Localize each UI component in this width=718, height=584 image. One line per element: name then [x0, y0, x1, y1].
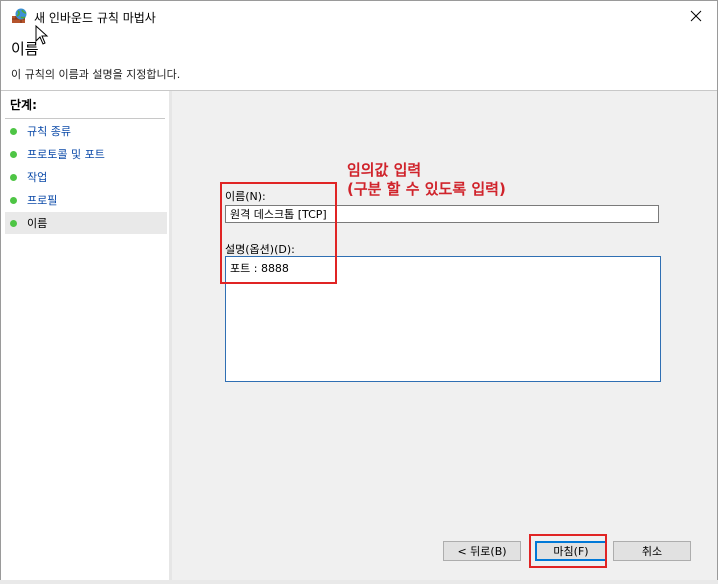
name-input[interactable] [225, 205, 659, 223]
page-header: 이름 이 규칙의 이름과 설명을 지정합니다. [1, 31, 717, 90]
step-bullet-icon [10, 196, 17, 204]
annotation-line-2: (구분 할 수 있도록 입력) [347, 180, 506, 198]
step-name[interactable]: 이름 [5, 212, 167, 234]
steps-divider [5, 118, 165, 119]
step-bullet-icon [10, 150, 17, 158]
finish-button[interactable]: 마침(F) [535, 541, 607, 561]
wizard-window: 새 인바운드 규칙 마법사 이름 이 규칙의 이름과 설명을 지정합니다. 단계… [0, 0, 718, 584]
close-icon [690, 10, 702, 22]
step-protocol-port[interactable]: 프로토콜 및 포트 [5, 143, 167, 165]
name-label: 이름(N): [225, 190, 266, 203]
annotation-line-1: 임의값 입력 [347, 161, 422, 179]
step-action[interactable]: 작업 [5, 166, 167, 188]
close-button[interactable] [685, 5, 707, 27]
step-label: 프로토콜 및 포트 [27, 148, 105, 161]
steps-heading: 단계: [10, 98, 37, 112]
annotation-text: 임의값 입력 (구분 할 수 있도록 입력) [347, 161, 506, 199]
title-bar[interactable]: 새 인바운드 규칙 마법사 [1, 1, 717, 31]
background-window-strip [0, 580, 718, 584]
step-bullet-icon [10, 173, 17, 181]
back-button[interactable]: < 뒤로(B) [443, 541, 521, 561]
step-profile[interactable]: 프로필 [5, 189, 167, 211]
step-rule-type[interactable]: 규칙 종류 [5, 120, 167, 142]
firewall-globe-icon [12, 8, 27, 23]
step-label: 이름 [27, 217, 48, 230]
description-label: 설명(옵션)(D): [225, 243, 295, 256]
step-bullet-icon [10, 127, 17, 135]
step-bullet-icon [10, 219, 17, 227]
cancel-button[interactable]: 취소 [613, 541, 691, 561]
step-label: 규칙 종류 [27, 125, 71, 138]
description-textarea[interactable]: 포트 : 8888 [225, 256, 661, 382]
step-label: 프로필 [27, 194, 58, 207]
page-subtitle: 이 규칙의 이름과 설명을 지정합니다. [11, 68, 181, 81]
window-title: 새 인바운드 규칙 마법사 [34, 11, 156, 25]
content-panel: 임의값 입력 (구분 할 수 있도록 입력) 이름(N): 설명(옵션)(D):… [172, 91, 717, 583]
steps-sidebar: 단계: 규칙 종류 프로토콜 및 포트 작업 프로필 이름 [1, 91, 169, 583]
step-label: 작업 [27, 171, 48, 184]
mouse-cursor-icon [35, 25, 49, 45]
